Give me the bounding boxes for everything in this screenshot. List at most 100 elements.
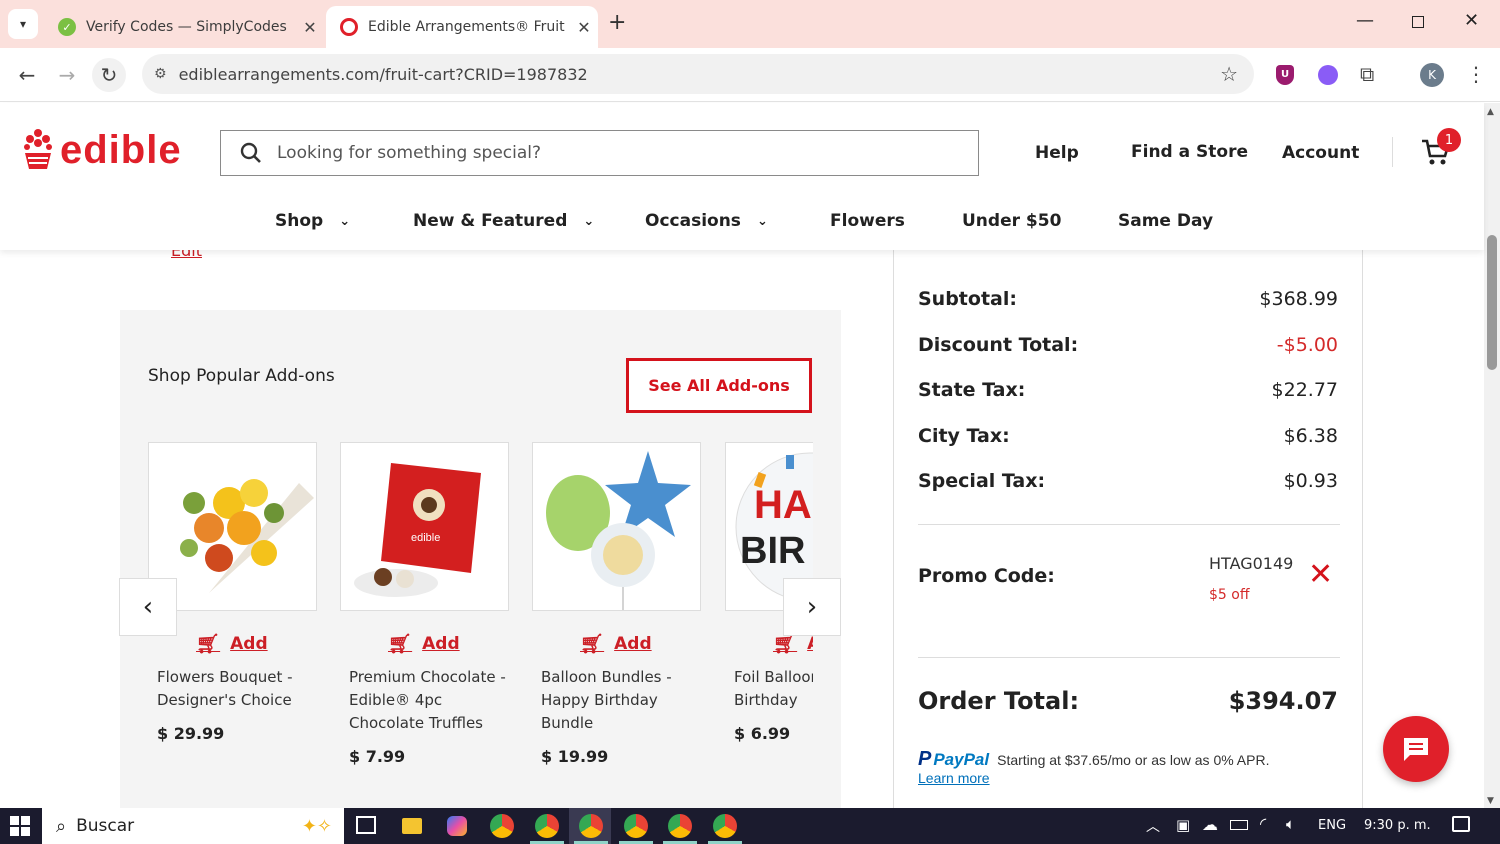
addon-name: Premium Chocolate - Edible® 4pc Chocolat… <box>349 668 506 732</box>
new-tab-button[interactable]: + <box>608 10 626 35</box>
chrome-active-icon[interactable] <box>579 814 603 838</box>
wifi-icon[interactable]: ◜ <box>1260 814 1266 833</box>
summary-label: City Tax: <box>918 425 1010 447</box>
summary-value: $0.93 <box>1283 470 1338 492</box>
volume-icon[interactable]: 🔈︎ <box>1286 815 1295 833</box>
task-view-icon[interactable] <box>356 816 376 834</box>
help-link[interactable]: Help <box>1035 143 1079 163</box>
scrollbar-thumb[interactable] <box>1487 235 1497 370</box>
scroll-up-arrow-icon[interactable]: ▲ <box>1487 107 1494 117</box>
language-indicator[interactable]: ENG <box>1318 818 1346 833</box>
scroll-down-arrow-icon[interactable]: ▼ <box>1487 796 1494 806</box>
onedrive-cloud-icon[interactable]: ☁ <box>1202 815 1218 834</box>
svg-text:HA: HA <box>754 483 812 527</box>
search-icon <box>240 142 261 163</box>
back-icon[interactable]: ← <box>10 58 44 92</box>
file-explorer-icon[interactable] <box>402 818 422 834</box>
nav-label: Shop <box>275 211 324 231</box>
chocolate-truffles-image: edible <box>354 463 481 597</box>
edit-link[interactable]: Edit <box>171 250 202 260</box>
notifications-icon[interactable] <box>1452 816 1470 832</box>
chrome-profile-icon[interactable] <box>713 814 737 838</box>
nav-same-day[interactable]: Same Day <box>1118 211 1213 231</box>
chat-button[interactable] <box>1383 716 1449 782</box>
close-window-icon[interactable]: ✕ <box>1464 10 1479 31</box>
carousel-prev-button[interactable]: ‹ <box>119 578 177 636</box>
chrome-profile-icon[interactable] <box>668 814 692 838</box>
battery-icon[interactable] <box>1230 820 1248 830</box>
tab-close-icon[interactable]: ✕ <box>570 18 598 37</box>
chevron-down-icon: ⌄ <box>756 213 768 229</box>
cart-page-content: Edit Shop Popular Add-ons See All Add-on… <box>0 250 1484 808</box>
ublock-extension-icon[interactable]: U <box>1276 65 1294 85</box>
profile-initial: K <box>1428 68 1436 82</box>
address-bar[interactable]: ⚙ ediblearrangements.com/fruit-cart?CRID… <box>142 54 1254 94</box>
tab-list-dropdown-icon[interactable]: ▾ <box>8 9 38 39</box>
chevron-left-icon: ‹ <box>142 592 154 622</box>
order-total-value: $394.07 <box>1228 687 1338 715</box>
add-balloons-button[interactable]: 🛒︎ Add <box>580 632 652 655</box>
nav-label: Same Day <box>1118 211 1214 231</box>
page-scrollbar[interactable]: ▲ ▼ <box>1484 103 1500 808</box>
cart-count-badge: 1 <box>1437 128 1461 152</box>
tab-edible-arrangements[interactable]: Edible Arrangements® Fruit Ba ✕ <box>326 6 598 48</box>
promo-code-label: Promo Code: <box>918 565 1055 587</box>
nav-flowers[interactable]: Flowers <box>830 211 905 231</box>
restore-icon[interactable] <box>1412 16 1424 28</box>
chrome-profile-icon[interactable] <box>624 814 648 838</box>
browser-menu-icon[interactable]: ⋮ <box>1466 62 1486 86</box>
add-label: Add <box>807 634 813 654</box>
find-a-store-link[interactable]: Find a Store <box>1131 142 1248 162</box>
edible-logo[interactable]: edible <box>22 127 182 173</box>
add-chocolate-button[interactable]: 🛒︎ Add <box>388 632 460 655</box>
fruit-basket-logo-icon <box>24 129 52 169</box>
carousel-next-button[interactable]: › <box>783 578 841 636</box>
reload-icon[interactable]: ↻ <box>92 58 126 92</box>
forward-icon[interactable]: → <box>50 58 84 92</box>
chevron-down-icon: ⌄ <box>339 213 351 229</box>
copilot-icon[interactable] <box>447 816 467 836</box>
chrome-icon[interactable] <box>490 814 514 838</box>
account-link[interactable]: Account <box>1282 143 1359 163</box>
summary-value: $6.38 <box>1283 425 1338 447</box>
chrome-profile-icon[interactable] <box>535 814 559 838</box>
minimize-icon[interactable]: — <box>1356 10 1374 31</box>
nav-label: New & Featured <box>413 211 568 231</box>
order-summary: Subtotal: $368.99 Discount Total: -$5.00… <box>893 250 1363 808</box>
nav-shop[interactable]: Shop ⌄ <box>275 211 350 231</box>
bookmark-star-icon[interactable]: ☆ <box>1220 62 1238 86</box>
paypal-learn-more-link[interactable]: Learn more <box>918 770 990 786</box>
windows-start-icon[interactable] <box>10 816 30 836</box>
profile-avatar[interactable]: K <box>1420 63 1444 87</box>
taskbar-search-box[interactable]: ⌕ Buscar ✦✧ <box>42 808 344 844</box>
site-info-icon[interactable]: ⚙ <box>154 66 167 82</box>
summary-row-special-tax: Special Tax: $0.93 <box>918 470 1338 492</box>
meet-now-icon[interactable]: ▣ <box>1176 816 1190 834</box>
remove-promo-close-icon[interactable]: ✕ <box>1308 560 1333 590</box>
summary-label: Subtotal: <box>918 288 1017 310</box>
extensions-puzzle-icon[interactable]: ⧉ <box>1360 62 1374 86</box>
nav-under-50[interactable]: Under $50 <box>962 211 1061 231</box>
add-flowers-button[interactable]: 🛒︎ Add <box>196 632 268 655</box>
order-total-label: Order Total: <box>918 687 1080 715</box>
summary-label: Special Tax: <box>918 470 1046 492</box>
nav-label: Flowers <box>830 211 905 231</box>
extension-purple-icon[interactable] <box>1318 65 1338 85</box>
addon-price: $ 19.99 <box>541 747 609 766</box>
tab-close-icon[interactable]: ✕ <box>296 18 324 37</box>
nav-occasions[interactable]: Occasions ⌄ <box>645 211 768 231</box>
site-search-input[interactable]: Looking for something special? <box>220 130 979 176</box>
nav-new-featured[interactable]: New & Featured ⌄ <box>413 211 594 231</box>
edible-favicon-icon <box>340 18 358 36</box>
tab-simplycodes[interactable]: ✓ Verify Codes — SimplyCodes ✕ <box>44 6 324 48</box>
addon-name: Flowers Bouquet - Designer's Choice <box>157 668 293 709</box>
tray-overflow-chevron-icon[interactable]: ︿ <box>1146 816 1160 836</box>
addons-carousel: 🛒︎ Add Flowers Bouquet - Designer's Choi… <box>120 310 813 808</box>
summary-row-city-tax: City Tax: $6.38 <box>918 425 1338 447</box>
add-to-cart-icon: 🛒︎ <box>580 633 605 655</box>
clock[interactable]: 9:30 p. m. <box>1364 818 1431 833</box>
promo-code-description: $5 off <box>1209 587 1250 603</box>
site-header: edible Looking for something special? He… <box>0 103 1484 250</box>
addon-image-balloons[interactable] <box>532 442 701 611</box>
addon-image-chocolate[interactable]: edible <box>340 442 509 611</box>
